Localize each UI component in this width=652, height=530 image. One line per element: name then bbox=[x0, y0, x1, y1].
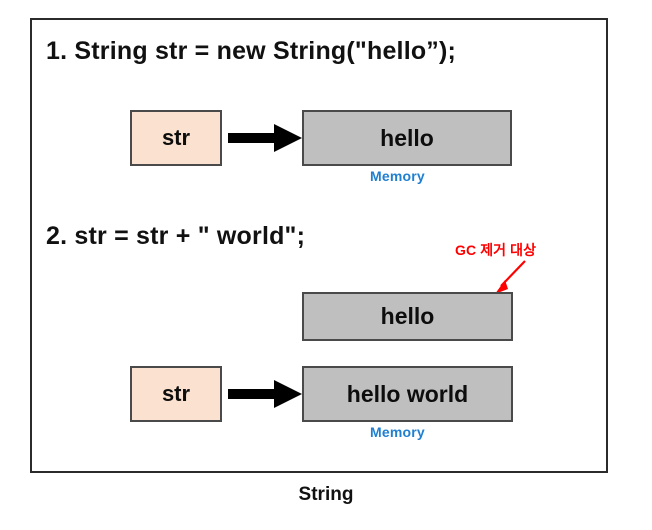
statement-line-1: 1. String str = new String("hello”); bbox=[46, 37, 457, 65]
step2-orphan-memory-box: hello bbox=[302, 292, 513, 341]
step1-memory-label: hello bbox=[380, 124, 434, 151]
step1-memory-box: hello bbox=[302, 110, 512, 166]
step1-reference-arrow-icon bbox=[228, 124, 302, 152]
step2-memory-caption: Memory bbox=[370, 424, 425, 440]
figure-caption: String bbox=[298, 484, 354, 505]
step2-reference-arrow-icon bbox=[228, 380, 302, 408]
step2-memory-box: hello world bbox=[302, 366, 513, 422]
step1-variable-label: str bbox=[161, 125, 191, 150]
statement-line-2: 2. str = str + " world"; bbox=[46, 222, 306, 250]
step2-memory-label: hello world bbox=[346, 380, 469, 407]
step2-variable-label: str bbox=[161, 381, 191, 406]
step1-variable-box: str bbox=[130, 110, 222, 166]
diagram-canvas: 1. String str = new String("hello”); str… bbox=[0, 0, 652, 530]
step2-variable-box: str bbox=[130, 366, 222, 422]
step2-orphan-memory-label: hello bbox=[380, 303, 435, 329]
step1-memory-caption: Memory bbox=[370, 168, 425, 184]
